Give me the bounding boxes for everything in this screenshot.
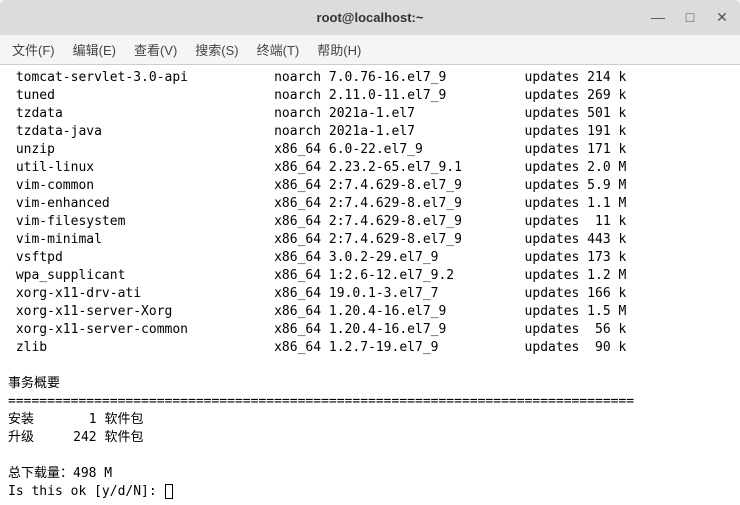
menu-edit[interactable]: 编辑(E)	[69, 38, 120, 61]
cursor-icon	[165, 484, 173, 499]
menu-help[interactable]: 帮助(H)	[313, 38, 365, 61]
menubar: 文件(F) 编辑(E) 查看(V) 搜索(S) 终端(T) 帮助(H)	[0, 35, 740, 65]
close-icon[interactable]: ✕	[712, 9, 732, 26]
menu-file[interactable]: 文件(F)	[8, 38, 59, 61]
window-controls: — □ ✕	[648, 9, 732, 26]
window-title: root@localhost:~	[0, 10, 740, 25]
menu-terminal[interactable]: 终端(T)	[253, 38, 304, 61]
titlebar: root@localhost:~ — □ ✕	[0, 0, 740, 35]
terminal-output[interactable]: tomcat-servlet-3.0-api noarch 7.0.76-16.…	[0, 65, 740, 505]
minimize-icon[interactable]: —	[648, 9, 668, 26]
menu-search[interactable]: 搜索(S)	[191, 38, 242, 61]
prompt-text: Is this ok [y/d/N]:	[8, 484, 165, 499]
menu-view[interactable]: 查看(V)	[130, 38, 181, 61]
maximize-icon[interactable]: □	[680, 9, 700, 26]
